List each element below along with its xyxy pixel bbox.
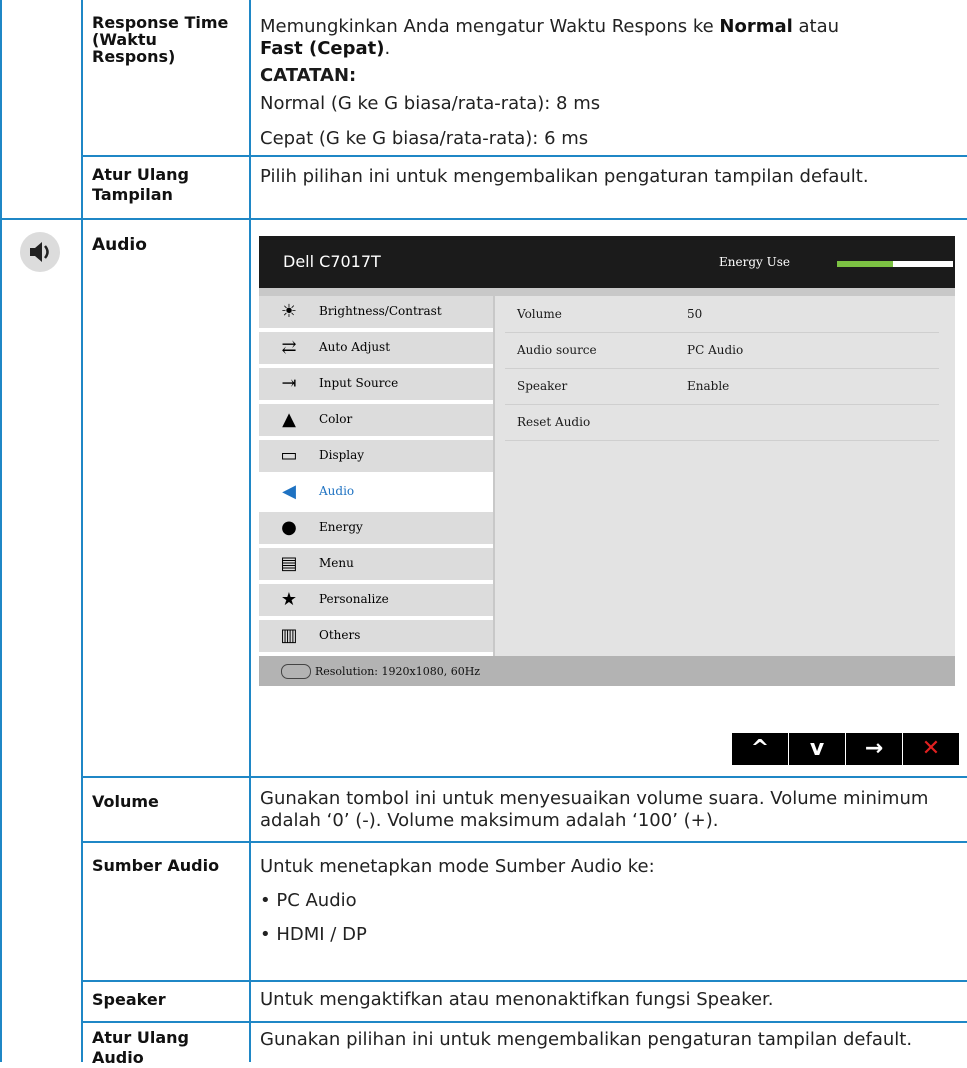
- osd-menu-item-label: Energy: [319, 520, 363, 534]
- row-divider: [81, 841, 967, 843]
- down-arrow-icon: v: [809, 736, 825, 761]
- fast-option-text: Fast (Cepat): [260, 38, 385, 59]
- osd-header: Dell C7017T Energy Use: [259, 236, 955, 288]
- osd-menu-item-display[interactable]: ▭ Display: [259, 440, 493, 472]
- osd-menu-item-others[interactable]: ▥ Others: [259, 620, 493, 652]
- osd-menu-item-color[interactable]: ▲ Color: [259, 404, 493, 436]
- menu-icon: ▤: [280, 553, 298, 574]
- resolution-text: Resolution: 1920x1080, 60Hz: [315, 665, 481, 678]
- osd-setting-value: PC Audio: [687, 343, 744, 357]
- osd-menu-item-menu[interactable]: ▤ Menu: [259, 548, 493, 580]
- brightness-icon: ☀: [280, 301, 298, 322]
- osd-audio-submenu: Volume 50 Audio source PC Audio Speaker Enabl…: [495, 296, 955, 656]
- osd-menu-item-personalize[interactable]: ★ Personalize: [259, 584, 493, 616]
- audio-source-label: Sumber Audio: [92, 856, 220, 875]
- osd-setting-name: Reset Audio: [517, 415, 591, 429]
- audio-source-option-hdmi: • HDMI / DP: [260, 924, 367, 945]
- row-divider: [0, 218, 967, 220]
- osd-menu-item-label: Color: [319, 412, 353, 426]
- speaker-label: Speaker: [92, 990, 166, 1009]
- color-icon: ▲: [282, 409, 296, 430]
- osd-setting-row[interactable]: Speaker Enable: [505, 368, 939, 405]
- osd-menu-item-energy[interactable]: ● Energy: [259, 512, 493, 544]
- close-icon: ✕: [921, 736, 941, 761]
- osd-footer: Resolution: 1920x1080, 60Hz: [259, 656, 955, 686]
- input-source-icon: ⇥: [281, 373, 297, 394]
- row-divider: [81, 980, 967, 982]
- down-arrow-button[interactable]: v: [789, 733, 845, 765]
- osd-title: Dell C7017T: [283, 252, 381, 271]
- osd-setting-name: Volume: [517, 307, 562, 321]
- volume-label: Volume: [92, 792, 159, 811]
- row-divider: [81, 776, 967, 778]
- osd-menu-item-label: Input Source: [319, 376, 399, 390]
- osd-menu-item-brightness-contrast[interactable]: ☀ Brightness/Contrast: [259, 296, 493, 328]
- osd-menu-item-label: Display: [319, 448, 365, 462]
- star-icon: ★: [280, 589, 298, 610]
- row-divider: [81, 1021, 967, 1023]
- auto-adjust-icon: ⇄: [281, 337, 297, 358]
- osd-setting-value: 50: [687, 307, 703, 321]
- up-arrow-button[interactable]: ^: [732, 733, 788, 765]
- reset-audio-description: Gunakan pilihan ini untuk mengembalikan …: [260, 1029, 913, 1050]
- row-divider: [81, 155, 967, 157]
- volume-description: Gunakan tombol ini untuk menyesuaikan vo…: [260, 788, 929, 831]
- response-time-label: Response Time (Waktu Respons): [92, 13, 229, 66]
- osd-menu-item-label: Menu: [319, 556, 354, 570]
- audio-category-label: Audio: [92, 235, 147, 255]
- osd-setting-row[interactable]: Volume 50: [505, 296, 939, 333]
- osd-setting-name: Speaker: [517, 379, 568, 393]
- osd-menu-item-label: Auto Adjust: [319, 340, 391, 354]
- osd-setting-row[interactable]: Reset Audio: [505, 404, 939, 441]
- normal-option-text: Normal: [719, 16, 793, 37]
- osd-setting-value: Enable: [687, 379, 730, 393]
- audio-source-option-pc: • PC Audio: [260, 890, 357, 911]
- osd-setting-name: Audio source: [517, 343, 597, 357]
- osd-menu-item-label: Others: [319, 628, 361, 642]
- osd-menu-item-label: Audio: [319, 484, 355, 498]
- table-border-left: [0, 0, 2, 1062]
- note-title: CATATAN:: [260, 65, 357, 86]
- right-arrow-icon: →: [864, 736, 884, 761]
- response-time-description: Memungkinkan Anda mengatur Waktu Respons…: [260, 16, 840, 59]
- reset-display-description: Pilih pilihan ini untuk mengembalikan pe…: [260, 166, 869, 187]
- others-icon: ▥: [280, 625, 298, 646]
- reset-display-label: Atur Ulang Tampilan: [92, 165, 189, 204]
- table-border-col2: [249, 0, 251, 1062]
- osd-setting-row[interactable]: Audio source PC Audio: [505, 332, 939, 369]
- note-normal: Normal (G ke G biasa/rata-rata): 8 ms: [260, 93, 601, 114]
- speaker-icon: [20, 232, 60, 272]
- osd-menu-item-label: Brightness/Contrast: [319, 304, 442, 318]
- connector-icon: [281, 664, 311, 679]
- right-arrow-button[interactable]: →: [846, 733, 902, 765]
- energy-icon: ●: [281, 517, 297, 538]
- energy-use-bar: [837, 261, 953, 267]
- display-icon: ▭: [280, 445, 298, 466]
- close-button[interactable]: ✕: [903, 733, 959, 765]
- reset-audio-label: Atur Ulang Audio: [92, 1028, 189, 1067]
- energy-use-label: Energy Use: [719, 255, 790, 269]
- osd-menu-item-auto-adjust[interactable]: ⇄ Auto Adjust: [259, 332, 493, 364]
- speaker-description: Untuk mengaktifkan atau menonaktifkan fu…: [260, 989, 774, 1010]
- osd-main-menu: ☀ Brightness/Contrast ⇄ Auto Adjust ⇥ Input S…: [259, 296, 493, 656]
- note-fast: Cepat (G ke G biasa/rata-rata): 6 ms: [260, 128, 589, 149]
- energy-use-fill: [837, 261, 893, 267]
- speaker-icon: ◀: [282, 481, 296, 502]
- osd-menu-item-input-source[interactable]: ⇥ Input Source: [259, 368, 493, 400]
- table-border-col1: [81, 0, 83, 1062]
- up-arrow-icon: ^: [750, 736, 770, 761]
- audio-source-description: Untuk menetapkan mode Sumber Audio ke:: [260, 856, 655, 877]
- osd-audio-screen: Dell C7017T Energy Use ☀ Brightness/Contr…: [259, 236, 955, 686]
- osd-menu-item-label: Personalize: [319, 592, 389, 606]
- osd-menu-item-audio[interactable]: ◀ Audio: [259, 476, 493, 508]
